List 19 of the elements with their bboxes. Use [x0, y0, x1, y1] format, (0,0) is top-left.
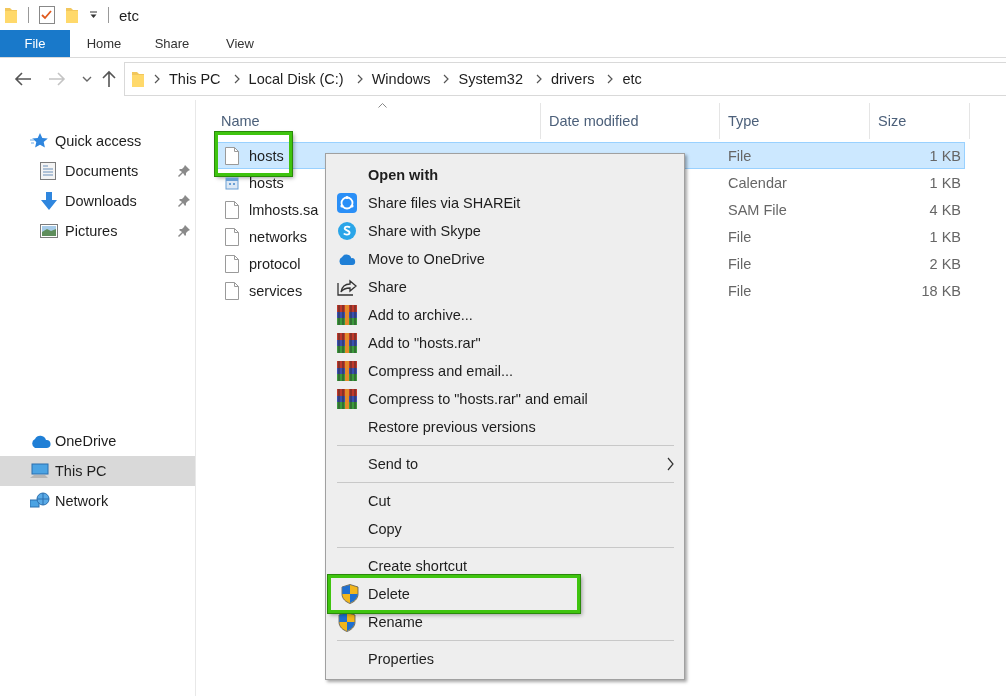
file-type: File: [727, 147, 753, 164]
file-type: File: [727, 282, 753, 299]
file-name: hosts: [249, 174, 284, 191]
file-type: File: [727, 228, 753, 245]
file-name: lmhosts.sa: [249, 201, 319, 218]
file-name: services: [249, 282, 303, 299]
file-size: 18 KB: [920, 282, 961, 299]
file-size: 2 KB: [928, 255, 961, 272]
file-name: networks: [249, 228, 308, 245]
file-type: SAM File: [727, 201, 788, 218]
file-size: 1 KB: [928, 174, 961, 191]
file-size: 1 KB: [928, 228, 961, 245]
file-name: protocol: [249, 255, 301, 272]
window-title: etc: [119, 6, 139, 24]
file-type: File: [727, 255, 753, 272]
file-type: Calendar: [727, 174, 788, 191]
file-size: 1 KB: [928, 147, 961, 164]
file-name: hosts: [249, 147, 284, 164]
file-size: 4 KB: [928, 201, 961, 218]
